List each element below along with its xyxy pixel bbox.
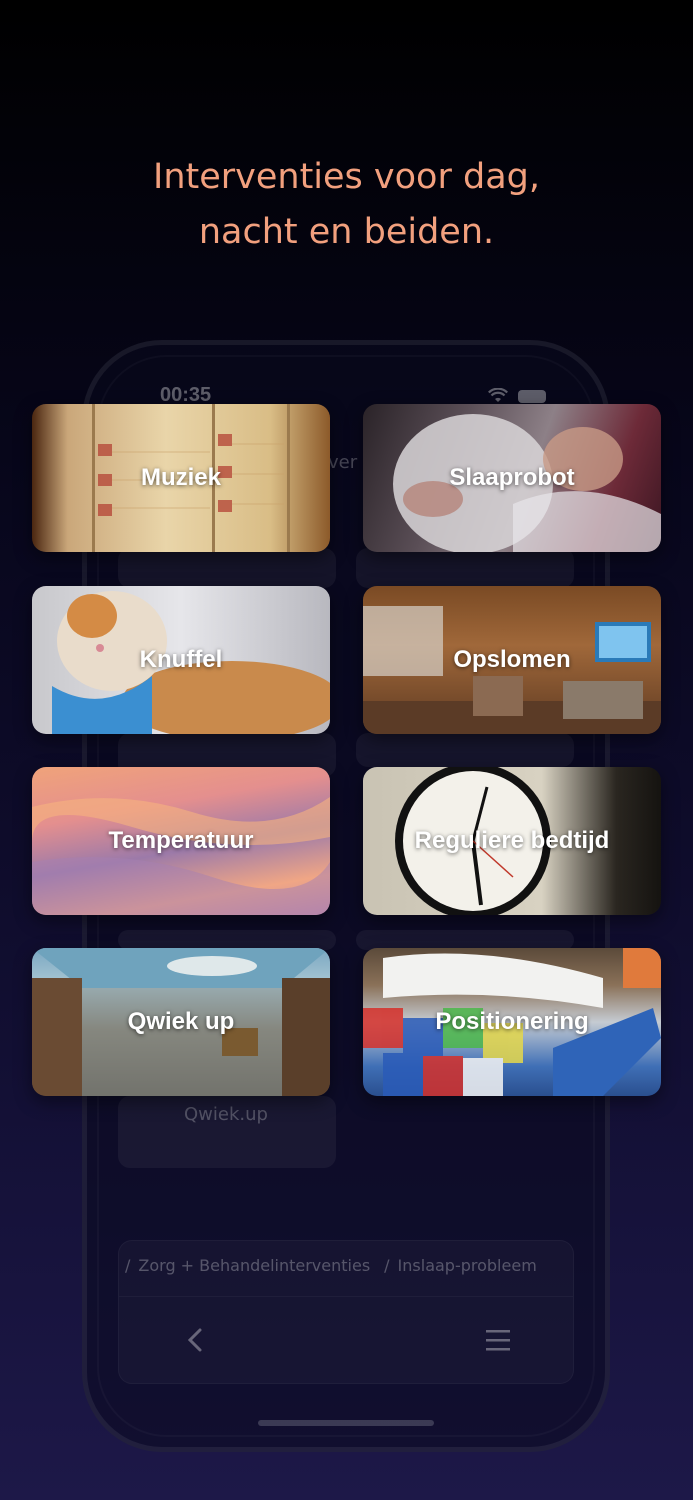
- breadcrumb: / Zorg + Behandelinterventies / Inslaap-pro…: [125, 1256, 551, 1275]
- tile-label: Opslomen: [453, 646, 571, 673]
- hamburger-menu-icon[interactable]: [486, 1328, 510, 1352]
- tile-label: Muziek: [140, 464, 221, 491]
- tile-label: Positionering: [435, 1008, 589, 1035]
- ghost-card: [118, 930, 336, 950]
- tile-temperatuur[interactable]: Temperatuur: [32, 767, 330, 915]
- tile-slaaprobot[interactable]: Slaaprobot: [363, 404, 661, 552]
- breadcrumb-separator: /: [384, 1256, 390, 1275]
- ghost-card-label: Qwiek.up: [184, 1104, 268, 1125]
- tile-muziek[interactable]: Muziek: [32, 404, 330, 552]
- breadcrumb-item-inslaap[interactable]: Inslaap-probleem: [398, 1256, 537, 1275]
- chevron-left-icon[interactable]: [182, 1324, 208, 1356]
- tile-reguliere-bedtijd[interactable]: Reguliere bedtijd: [363, 767, 661, 915]
- ghost-card: [356, 733, 574, 767]
- tile-label: Reguliere bedtijd: [414, 827, 610, 854]
- headline: Interventies voor dag, nacht en beiden.: [0, 150, 693, 260]
- breadcrumb-separator: /: [125, 1256, 131, 1275]
- home-indicator: [258, 1420, 434, 1426]
- battery-icon: [518, 390, 546, 403]
- headline-line-2: nacht en beiden.: [198, 212, 495, 252]
- ghost-card: [118, 548, 336, 588]
- tile-label: Slaaprobot: [449, 464, 575, 491]
- tile-positionering[interactable]: Positionering: [363, 948, 661, 1096]
- tile-qwiek-up[interactable]: Qwiek up: [32, 948, 330, 1096]
- tile-opslomen[interactable]: Opslomen: [363, 586, 661, 734]
- tile-label: Qwiek up: [127, 1008, 235, 1035]
- breadcrumb-item-zorg[interactable]: Zorg + Behandelinterventies: [138, 1256, 370, 1275]
- ghost-card: [356, 930, 574, 950]
- wifi-icon: [488, 388, 508, 402]
- headline-line-1: Interventies voor dag,: [153, 157, 540, 197]
- tile-label: Knuffel: [139, 646, 223, 673]
- ghost-card: [356, 548, 574, 588]
- tile-knuffel[interactable]: Knuffel: [32, 586, 330, 734]
- ghost-title-fragment: ver: [328, 452, 358, 473]
- tile-label: Temperatuur: [108, 827, 254, 854]
